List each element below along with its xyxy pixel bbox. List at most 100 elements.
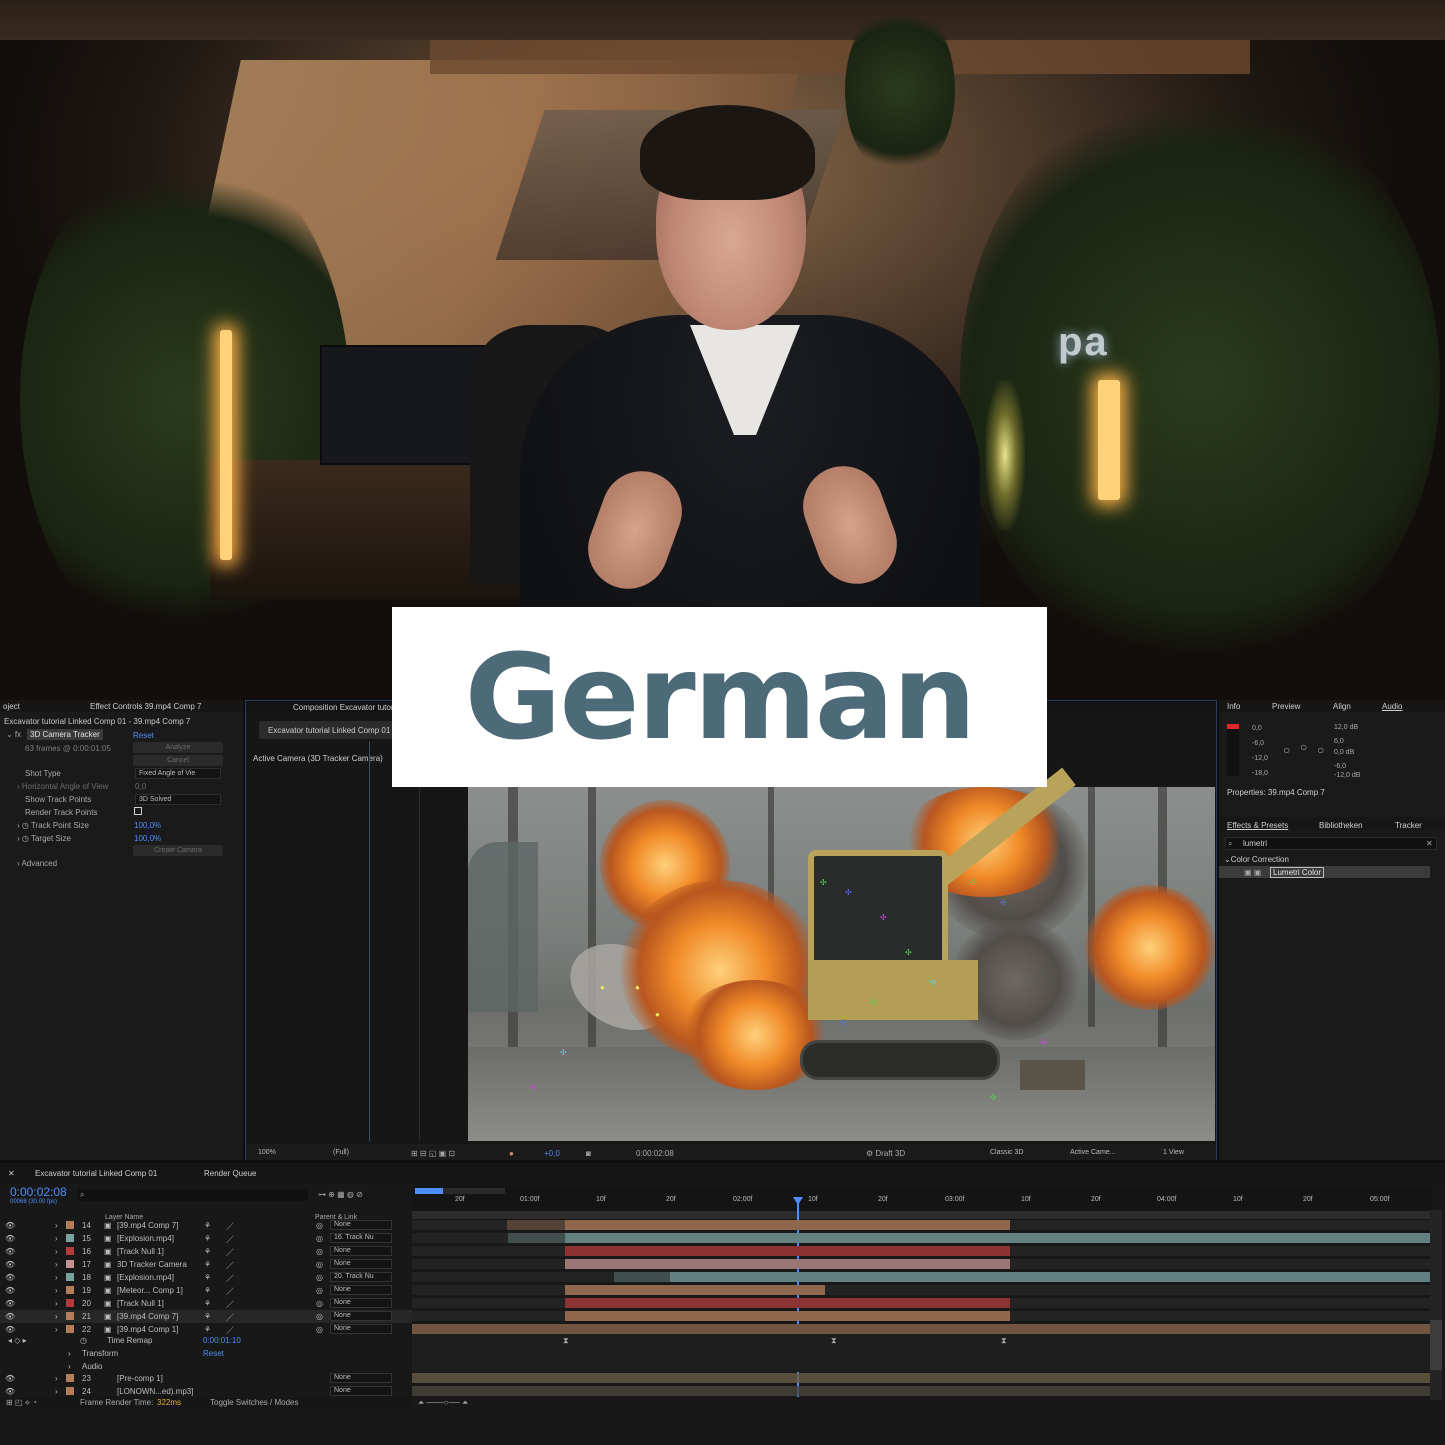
timeline-layer-row[interactable]: 👁 › 15 ▣ [Explosion.mp4] ⚘ ／ ◎ 16. Track Nu bbox=[0, 1232, 412, 1245]
tab-audio[interactable]: Audio bbox=[1382, 702, 1402, 711]
layer-bar[interactable] bbox=[412, 1324, 1430, 1334]
layer-bar[interactable] bbox=[565, 1246, 1010, 1256]
effect-name[interactable]: 3D Camera Tracker bbox=[27, 729, 103, 740]
quality-icon[interactable]: ／ bbox=[226, 1221, 234, 1232]
visibility-eye-icon[interactable]: 👁 bbox=[5, 1286, 15, 1295]
keyframe[interactable]: ⧗ bbox=[1001, 1336, 1007, 1346]
layer-name[interactable]: [39.mp4 Comp 1] bbox=[117, 1325, 178, 1334]
parent-dropdown[interactable]: 20. Track Nu bbox=[330, 1272, 392, 1282]
layer-name[interactable]: [Pre-comp 1] bbox=[117, 1374, 163, 1383]
pickwhip-icon[interactable]: ◎ bbox=[316, 1286, 323, 1295]
shy-icon[interactable]: ⚘ bbox=[204, 1325, 211, 1334]
timeline-scrollbar[interactable] bbox=[1430, 1210, 1442, 1400]
expand-arrow-icon[interactable]: › bbox=[55, 1273, 58, 1282]
camera-view-dropdown[interactable]: Active Came... bbox=[1066, 1147, 1136, 1158]
quality-icon[interactable]: ／ bbox=[226, 1260, 234, 1271]
pickwhip-icon[interactable]: ◎ bbox=[316, 1234, 323, 1243]
visibility-eye-icon[interactable]: 👁 bbox=[5, 1374, 15, 1383]
shy-icon[interactable]: ⚘ bbox=[204, 1312, 211, 1321]
track-point-size-value[interactable]: 100,0% bbox=[134, 821, 161, 830]
exposure-value[interactable]: +0,0 bbox=[544, 1149, 560, 1158]
quality-icon[interactable]: ／ bbox=[226, 1286, 234, 1297]
tab-info[interactable]: Info bbox=[1227, 702, 1240, 711]
parent-dropdown[interactable]: None bbox=[330, 1246, 392, 1256]
timeline-footer-icons[interactable]: ⊞ ◰ ⟡ ◔ bbox=[6, 1398, 37, 1408]
shy-icon[interactable]: ⚘ bbox=[204, 1273, 211, 1282]
label-color[interactable] bbox=[66, 1312, 74, 1320]
toggle-switches-modes[interactable]: Toggle Switches / Modes bbox=[210, 1398, 299, 1407]
expand-arrow-icon[interactable]: › bbox=[55, 1221, 58, 1230]
viewer-tool-icons[interactable]: ⊞ ⊟ ◱ ▣ ⊡ bbox=[411, 1149, 455, 1158]
layer-bar[interactable] bbox=[565, 1220, 1010, 1230]
comp-name-tab[interactable]: Excavator tutorial Linked Comp 01 bbox=[268, 726, 390, 735]
effects-search-input[interactable]: ⌕ lumetri ✕ bbox=[1225, 837, 1437, 850]
show-track-points-dropdown[interactable]: 3D Solved bbox=[135, 794, 221, 805]
pickwhip-icon[interactable]: ◎ bbox=[316, 1273, 323, 1282]
time-remap-value[interactable]: 0:00:01:10 bbox=[203, 1336, 241, 1345]
timeline-layer-row[interactable]: 👁 › 21 ▣ [39.mp4 Comp 7] ⚘ ／ ◎ None bbox=[0, 1310, 412, 1323]
snapshot-icon[interactable]: ◙ bbox=[586, 1149, 591, 1158]
viewer-timecode[interactable]: 0:00:02:08 bbox=[636, 1149, 674, 1158]
zoom-dropdown[interactable]: 100% bbox=[254, 1147, 309, 1158]
layer-bar[interactable] bbox=[412, 1373, 1430, 1383]
shot-type-dropdown[interactable]: Fixed Angle of Vie bbox=[135, 768, 221, 779]
visibility-eye-icon[interactable]: 👁 bbox=[5, 1247, 15, 1256]
layer-name[interactable]: [Track Null 1] bbox=[117, 1299, 164, 1308]
analyze-button[interactable]: Analyze bbox=[133, 742, 223, 753]
pickwhip-icon[interactable]: ◎ bbox=[316, 1325, 323, 1334]
tab-tracker[interactable]: Tracker bbox=[1395, 821, 1422, 830]
label-color[interactable] bbox=[66, 1325, 74, 1333]
label-color[interactable] bbox=[66, 1374, 74, 1382]
timeline-layer-row[interactable]: 👁 › 16 ▣ [Track Null 1] ⚘ ／ ◎ None bbox=[0, 1245, 412, 1258]
expand-arrow-icon[interactable]: › bbox=[55, 1247, 58, 1256]
layer-name[interactable]: 3D Tracker Camera bbox=[117, 1260, 187, 1269]
layer-name[interactable]: [Explosion.mp4] bbox=[117, 1273, 174, 1282]
pickwhip-icon[interactable]: ◎ bbox=[316, 1247, 323, 1256]
category-color-correction[interactable]: ⌄Color Correction bbox=[1224, 855, 1289, 864]
clear-search-icon[interactable]: ✕ bbox=[1426, 839, 1433, 848]
layer-bar[interactable] bbox=[565, 1285, 825, 1295]
tab-render-queue[interactable]: Render Queue bbox=[204, 1169, 256, 1178]
audio-slider-center[interactable]: ○ bbox=[1300, 740, 1307, 754]
effect-reset-link[interactable]: Reset bbox=[133, 731, 154, 740]
expand-arrow-icon[interactable]: › bbox=[55, 1286, 58, 1295]
layer-name[interactable]: [LONOWN...ed).mp3] bbox=[117, 1387, 193, 1396]
tab-bibliotheken[interactable]: Bibliotheken bbox=[1319, 821, 1363, 830]
label-color[interactable] bbox=[66, 1299, 74, 1307]
tab-effects-presets[interactable]: Effects & Presets bbox=[1227, 821, 1288, 830]
label-color[interactable] bbox=[66, 1286, 74, 1294]
pickwhip-icon[interactable]: ◎ bbox=[316, 1260, 323, 1269]
pickwhip-icon[interactable]: ◎ bbox=[316, 1221, 323, 1230]
expand-arrow-icon[interactable]: › bbox=[55, 1387, 58, 1396]
parent-dropdown[interactable]: None bbox=[330, 1220, 392, 1230]
shy-icon[interactable]: ⚘ bbox=[204, 1247, 211, 1256]
shy-icon[interactable]: ⚘ bbox=[204, 1221, 211, 1230]
label-color[interactable] bbox=[66, 1387, 74, 1395]
audio-slider-right[interactable]: ○ bbox=[1317, 743, 1324, 757]
visibility-eye-icon[interactable]: 👁 bbox=[5, 1312, 15, 1321]
layer-bar[interactable] bbox=[565, 1311, 1010, 1321]
renderer-mode-dropdown[interactable]: Classic 3D bbox=[986, 1147, 1046, 1158]
visibility-eye-icon[interactable]: 👁 bbox=[5, 1221, 15, 1230]
layer-name[interactable]: [Meteor... Comp 1] bbox=[117, 1286, 183, 1295]
layer-bar[interactable] bbox=[670, 1272, 1430, 1282]
keyframe[interactable]: ⧗ bbox=[563, 1336, 569, 1346]
pickwhip-icon[interactable]: ◎ bbox=[316, 1299, 323, 1308]
layer-search-input[interactable]: ⌕ bbox=[78, 1189, 308, 1201]
quality-icon[interactable]: ／ bbox=[226, 1312, 234, 1323]
parent-dropdown[interactable]: None bbox=[330, 1311, 392, 1321]
zoom-slider[interactable]: ⏶ ───○── ⏶ bbox=[418, 1398, 468, 1408]
expand-arrow-icon[interactable]: › bbox=[55, 1325, 58, 1334]
color-channels-icon[interactable]: ● bbox=[509, 1149, 514, 1158]
current-timecode[interactable]: 0:00:02:08 bbox=[10, 1185, 67, 1199]
visibility-eye-icon[interactable]: 👁 bbox=[5, 1387, 15, 1396]
property-time-remap[interactable]: ◂ ◇ ▸ ◷ Time Remap 0:00:01:10 bbox=[0, 1334, 412, 1347]
shy-icon[interactable]: ⚘ bbox=[204, 1286, 211, 1295]
shy-icon[interactable]: ⚘ bbox=[204, 1234, 211, 1243]
parent-dropdown[interactable]: None bbox=[330, 1298, 392, 1308]
parent-dropdown[interactable]: None bbox=[330, 1386, 392, 1396]
effect-lumetri-color[interactable]: Lumetri Color bbox=[1270, 867, 1325, 878]
renderer-draft[interactable]: ⚙ Draft 3D bbox=[866, 1149, 905, 1158]
timeline-switch-icons[interactable]: ⊶ ⊕ ▦ ◍ ⊘ bbox=[318, 1190, 363, 1199]
layer-name[interactable]: [39.mp4 Comp 7] bbox=[117, 1221, 178, 1230]
